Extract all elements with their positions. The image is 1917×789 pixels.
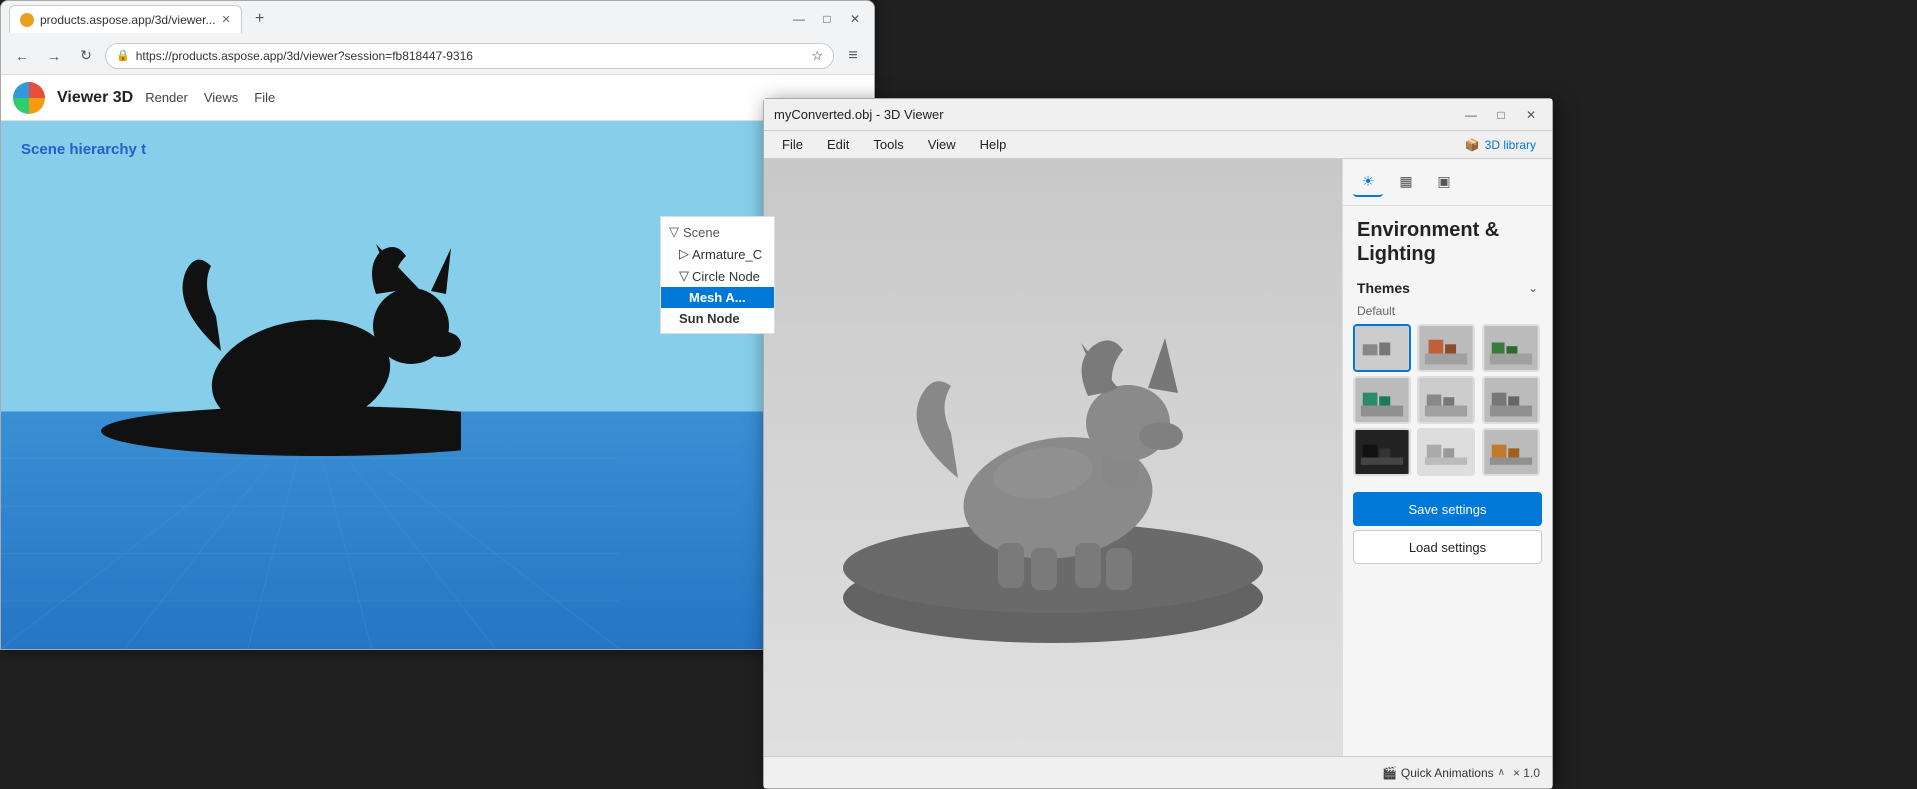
menu-view[interactable]: View (918, 135, 966, 154)
theme-item-2[interactable] (1417, 324, 1475, 372)
viewport-background: Left Scene hierarchy t (1, 121, 874, 649)
scene-label: Scene (683, 225, 720, 240)
env-title-line2: Lighting (1357, 243, 1436, 265)
new-tab-btn[interactable]: + (248, 7, 272, 31)
app-menu: Render Views File (145, 90, 275, 105)
mesh-label: Mesh A... (689, 290, 746, 305)
themes-grid (1343, 324, 1552, 484)
menu-help[interactable]: Help (970, 135, 1017, 154)
library-button[interactable]: 📦 3D library (1457, 136, 1544, 154)
themes-chevron-icon: ⌄ (1528, 281, 1538, 295)
browser-menu-btn[interactable]: ≡ (840, 43, 866, 69)
quick-animations-btn[interactable]: 🎬 Quick Animations ∧ (1382, 766, 1505, 780)
tab-label: products.aspose.app/3d/viewer... (40, 13, 215, 27)
menu-tools[interactable]: Tools (863, 135, 913, 154)
address-bar[interactable]: 🔒 https://products.aspose.app/3d/viewer?… (105, 43, 834, 69)
menu-render[interactable]: Render (145, 90, 188, 105)
scene-hierarchy-panel: ▽Scene ▷Armature_C ▽Circle Node Mesh A..… (660, 216, 775, 334)
scene-mesh-selected[interactable]: Mesh A... (661, 287, 774, 308)
quick-anim-chevron-icon: ∧ (1498, 767, 1505, 778)
panel-icon-tabs: ☀ ▦ ▣ (1343, 159, 1552, 206)
scene-circle[interactable]: ▽Circle Node (661, 265, 774, 287)
app-title: Viewer 3D (57, 89, 133, 107)
theme-item-4[interactable] (1353, 376, 1411, 424)
theme-item-6[interactable] (1482, 376, 1540, 424)
menu-views[interactable]: Views (204, 90, 238, 105)
display-tab-btn[interactable]: ▦ (1391, 167, 1421, 197)
viewer-window: myConverted.obj - 3D Viewer — □ ✕ File E… (763, 98, 1553, 789)
themes-header[interactable]: Themes ⌄ (1343, 274, 1552, 302)
menu-file[interactable]: File (772, 135, 813, 154)
themes-default-label: Default (1343, 302, 1552, 324)
scale-value: × 1.0 (1513, 766, 1540, 780)
url-text: https://products.aspose.app/3d/viewer?se… (136, 49, 473, 63)
load-settings-btn[interactable]: Load settings (1353, 530, 1542, 564)
theme-item-3[interactable] (1482, 324, 1540, 372)
scene-sun[interactable]: Sun Node (661, 308, 774, 329)
sun-label: Sun Node (679, 311, 740, 326)
quick-animations-label: Quick Animations (1401, 766, 1494, 780)
forward-btn[interactable]: → (41, 43, 67, 69)
browser-maximize-btn[interactable]: □ (816, 8, 838, 30)
grid-icon: ▣ (1437, 173, 1450, 190)
viewer-bottombar: 🎬 Quick Animations ∧ × 1.0 (764, 756, 1552, 788)
armature-label: Armature_C (692, 247, 762, 262)
browser-close-btn[interactable]: ✕ (844, 8, 866, 30)
browser-toolbar: ← → ↻ 🔒 https://products.aspose.app/3d/v… (1, 37, 874, 75)
viewer-minimize-btn[interactable]: — (1460, 104, 1482, 126)
theme-item-7[interactable] (1353, 428, 1411, 476)
browser-titlebar: products.aspose.app/3d/viewer... ✕ + — □… (1, 1, 874, 37)
lighting-tab-btn[interactable]: ☀ (1353, 167, 1383, 197)
scene-armature[interactable]: ▷Armature_C (661, 243, 774, 265)
lock-icon: 🔒 (116, 49, 130, 62)
viewer-titlebar: myConverted.obj - 3D Viewer — □ ✕ (764, 99, 1552, 131)
library-label: 3D library (1485, 138, 1536, 152)
circle-label: Circle Node (692, 269, 760, 284)
menu-file[interactable]: File (254, 90, 275, 105)
themes-title: Themes (1357, 280, 1410, 296)
back-btn[interactable]: ← (9, 43, 35, 69)
film-icon: 🎬 (1382, 766, 1397, 780)
theme-item-5[interactable] (1417, 376, 1475, 424)
panel-section-title: Environment & Lighting (1343, 206, 1552, 274)
env-title-line1: Environment & (1357, 219, 1499, 241)
scale-indicator: × 1.0 (1513, 766, 1540, 780)
theme-item-9[interactable] (1482, 428, 1540, 476)
lighting-icon: ☀ (1362, 173, 1375, 190)
right-panel: ☀ ▦ ▣ Environment & Lighting Themes ⌄ De… (1342, 159, 1552, 756)
bookmark-icon[interactable]: ☆ (811, 48, 823, 64)
viewer-menubar: File Edit Tools View Help 📦 3D library (764, 131, 1552, 159)
tab-favicon (20, 13, 34, 27)
save-settings-btn[interactable]: Save settings (1353, 492, 1542, 526)
viewer-close-btn[interactable]: ✕ (1520, 104, 1542, 126)
theme-item-8[interactable] (1417, 428, 1475, 476)
scene-root[interactable]: ▽Scene (661, 221, 774, 243)
app-logo (13, 82, 45, 114)
browser-minimize-btn[interactable]: — (788, 8, 810, 30)
display-icon: ▦ (1399, 173, 1412, 190)
tab-close-btn[interactable]: ✕ (221, 13, 230, 26)
viewport-inner (764, 159, 1342, 756)
viewer-viewport[interactable] (764, 159, 1342, 756)
theme-item-1[interactable] (1353, 324, 1411, 372)
dog-3d-model (803, 248, 1303, 668)
viewer-window-title: myConverted.obj - 3D Viewer (774, 107, 1452, 122)
dog-silhouette-browser (101, 176, 461, 456)
browser-tab[interactable]: products.aspose.app/3d/viewer... ✕ (9, 5, 242, 33)
browser-viewport: Left Scene hierarchy t (1, 121, 874, 649)
refresh-btn[interactable]: ↻ (73, 43, 99, 69)
viewer-maximize-btn[interactable]: □ (1490, 104, 1512, 126)
menu-edit[interactable]: Edit (817, 135, 859, 154)
viewer-main: ☀ ▦ ▣ Environment & Lighting Themes ⌄ De… (764, 159, 1552, 756)
app-header: Viewer 3D Render Views File (1, 75, 874, 121)
library-icon: 📦 (1465, 138, 1480, 152)
scene-hierarchy-label: Scene hierarchy t (21, 141, 146, 158)
grid-tab-btn[interactable]: ▣ (1429, 167, 1459, 197)
